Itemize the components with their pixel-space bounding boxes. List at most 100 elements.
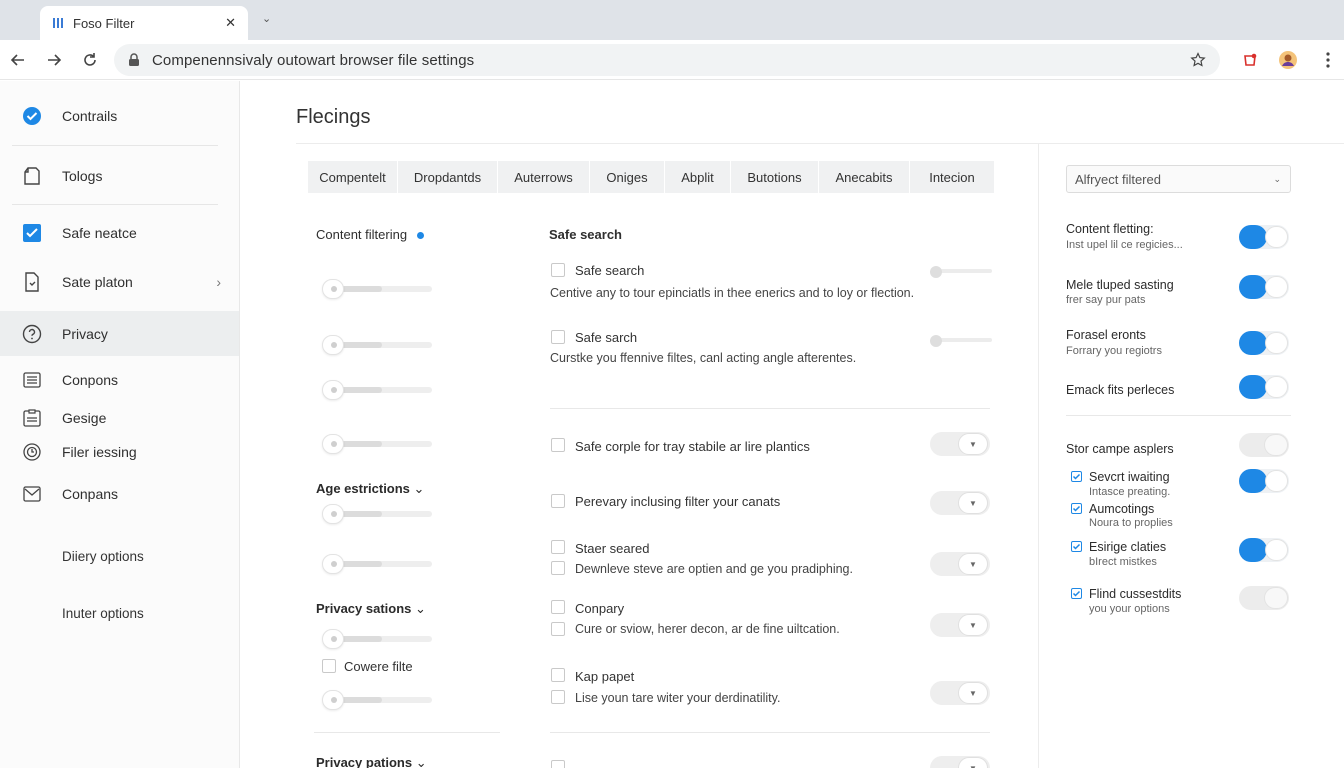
sidebar-item-sate-platon[interactable]: Sate platon › (0, 265, 239, 299)
row-slider[interactable] (930, 266, 992, 278)
sidebar-item-inuter-options[interactable]: Inuter options (62, 606, 144, 621)
privacy-sations-header[interactable]: Privacy sations ⌄ (316, 601, 426, 617)
tab-list-chevron-icon[interactable]: ⌄ (262, 12, 271, 25)
setting-sub: you your options (1089, 603, 1170, 615)
row-checkbox[interactable] (551, 494, 565, 508)
sidebar-item-label: Safe neatce (62, 225, 137, 241)
age-slider[interactable] (322, 504, 434, 524)
safe-sarch-checkbox[interactable] (551, 330, 565, 344)
row-title: Safe corple for tray stabile ar lire pla… (575, 439, 810, 454)
tab-strip: Foso Filter ✕ ⌄ (0, 0, 1344, 40)
row-checkbox[interactable] (551, 622, 565, 636)
content-fletting-toggle[interactable] (1239, 225, 1289, 249)
setting-sub: Noura to proplies (1089, 517, 1173, 529)
divider (1066, 415, 1291, 416)
setting-title: Stor campe asplers (1066, 442, 1174, 456)
row-dropdown-toggle[interactable]: ▼ (930, 756, 990, 768)
esirige-toggle[interactable] (1239, 538, 1289, 562)
setting-sub: frer say pur pats (1066, 294, 1146, 306)
page-title: Flecings (296, 106, 371, 128)
sidebar-item-conpons[interactable]: Conpons (0, 363, 239, 397)
row-dropdown-toggle[interactable]: ▼ (930, 432, 990, 456)
forasel-eronts-toggle[interactable] (1239, 331, 1289, 355)
row-dropdown-toggle[interactable]: ▼ (930, 491, 990, 515)
age-slider[interactable] (322, 554, 434, 574)
tab-bar: Compentelt Dropdantds Auterrows Oniges A… (308, 161, 994, 193)
tab-compentelt[interactable]: Compentelt (308, 161, 398, 193)
sidebar-item-diiery-options[interactable]: Diiery options (62, 549, 144, 564)
close-tab-icon[interactable]: ✕ (225, 15, 236, 31)
privacy-pations-header[interactable]: Privacy pations ⌄ (316, 755, 427, 768)
tab-abplit[interactable]: Abplit (665, 161, 731, 193)
privacy-slider[interactable] (322, 629, 434, 649)
sidebar-item-safe-neatce[interactable]: Safe neatce (0, 216, 239, 250)
setting-title: Sevcrt iwaiting (1089, 470, 1170, 484)
divider (12, 204, 218, 205)
tab-oniges[interactable]: Oniges (590, 161, 665, 193)
row-checkbox[interactable] (551, 690, 565, 704)
setting-sub: Forrary you regiotrs (1066, 345, 1162, 357)
setting-title: Content fletting: (1066, 222, 1154, 236)
sidebar-item-gesige[interactable]: Gesige (0, 401, 239, 435)
content-slider[interactable] (322, 380, 434, 400)
row-checkbox[interactable] (551, 668, 565, 682)
row-dropdown-toggle[interactable]: ▼ (930, 613, 990, 637)
browser-tab[interactable]: Foso Filter ✕ (40, 6, 248, 40)
row-desc: Dewnleve steve are optien and ge you pra… (575, 562, 853, 576)
tab-intecion[interactable]: Intecion (910, 161, 994, 193)
content-slider[interactable] (322, 434, 434, 454)
stor-campe-toggle[interactable] (1239, 433, 1289, 457)
flind-checkbox[interactable] (1071, 588, 1082, 599)
row-dropdown-toggle[interactable]: ▼ (930, 681, 990, 705)
setting-title: Forasel eronts (1066, 328, 1146, 342)
tab-title: Foso Filter (73, 15, 135, 31)
tab-auterrows[interactable]: Auterrows (498, 161, 590, 193)
row-checkbox[interactable] (551, 438, 565, 452)
row-title: Safe search (575, 263, 645, 278)
star-icon[interactable] (1190, 52, 1206, 68)
sidebar-item-conpans[interactable]: Conpans (0, 477, 239, 511)
row-slider[interactable] (930, 335, 992, 347)
tab-dropdantds[interactable]: Dropdantds (398, 161, 498, 193)
forward-icon[interactable] (42, 48, 66, 72)
row-dropdown-toggle[interactable]: ▼ (930, 552, 990, 576)
browser-toolbar: Compenennsivaly outowart browser file se… (0, 40, 1344, 80)
safe-search-checkbox[interactable] (551, 263, 565, 277)
menu-icon[interactable] (1318, 50, 1338, 70)
aumcotings-checkbox[interactable] (1071, 503, 1082, 514)
content-slider[interactable] (322, 279, 434, 299)
sidebar-item-filer-iessing[interactable]: Filer iessing (0, 435, 239, 469)
sidebar-item-privacy[interactable]: Privacy (0, 311, 239, 356)
url-text: Compenennsivaly outowart browser file se… (152, 51, 475, 69)
row-checkbox[interactable] (551, 600, 565, 614)
age-restrictions-header[interactable]: Age estrictions ⌄ (316, 481, 424, 497)
back-icon[interactable] (6, 48, 30, 72)
filter-select[interactable]: Alfryect filtered ⌄ (1066, 165, 1291, 193)
sevcrt-toggle[interactable] (1239, 469, 1289, 493)
tab-butotions[interactable]: Butotions (731, 161, 819, 193)
emack-fits-toggle[interactable] (1239, 375, 1289, 399)
setting-sub: Intasce preating. (1089, 486, 1171, 498)
cowere-filte-label: Cowere filte (344, 659, 413, 674)
cowere-filte-checkbox[interactable] (322, 659, 336, 673)
mele-tluped-toggle[interactable] (1239, 275, 1289, 299)
esirige-checkbox[interactable] (1071, 541, 1082, 552)
reload-icon[interactable] (78, 48, 102, 72)
row-checkbox[interactable] (551, 561, 565, 575)
chevron-down-icon: ⌄ (1273, 173, 1281, 184)
sevcrt-checkbox[interactable] (1071, 471, 1082, 482)
sidebar-item-label: Contrails (62, 108, 118, 124)
flind-toggle[interactable] (1239, 586, 1289, 610)
address-bar[interactable]: Compenennsivaly outowart browser file se… (114, 44, 1220, 76)
privacy-slider[interactable] (322, 690, 434, 710)
content-slider[interactable] (322, 335, 434, 355)
row-checkbox[interactable] (551, 540, 565, 554)
row-checkbox[interactable] (551, 760, 565, 768)
sidebar-item-tologs[interactable]: Tologs (0, 159, 239, 193)
sidebar-item-contrails[interactable]: Contrails (0, 99, 239, 133)
content-filtering-label: Content filtering (316, 227, 425, 242)
extension-icon[interactable] (1240, 50, 1260, 70)
tab-anecabits[interactable]: Anecabits (819, 161, 910, 193)
sidebar-item-label: Conpons (62, 372, 119, 388)
profile-avatar[interactable] (1278, 50, 1298, 70)
